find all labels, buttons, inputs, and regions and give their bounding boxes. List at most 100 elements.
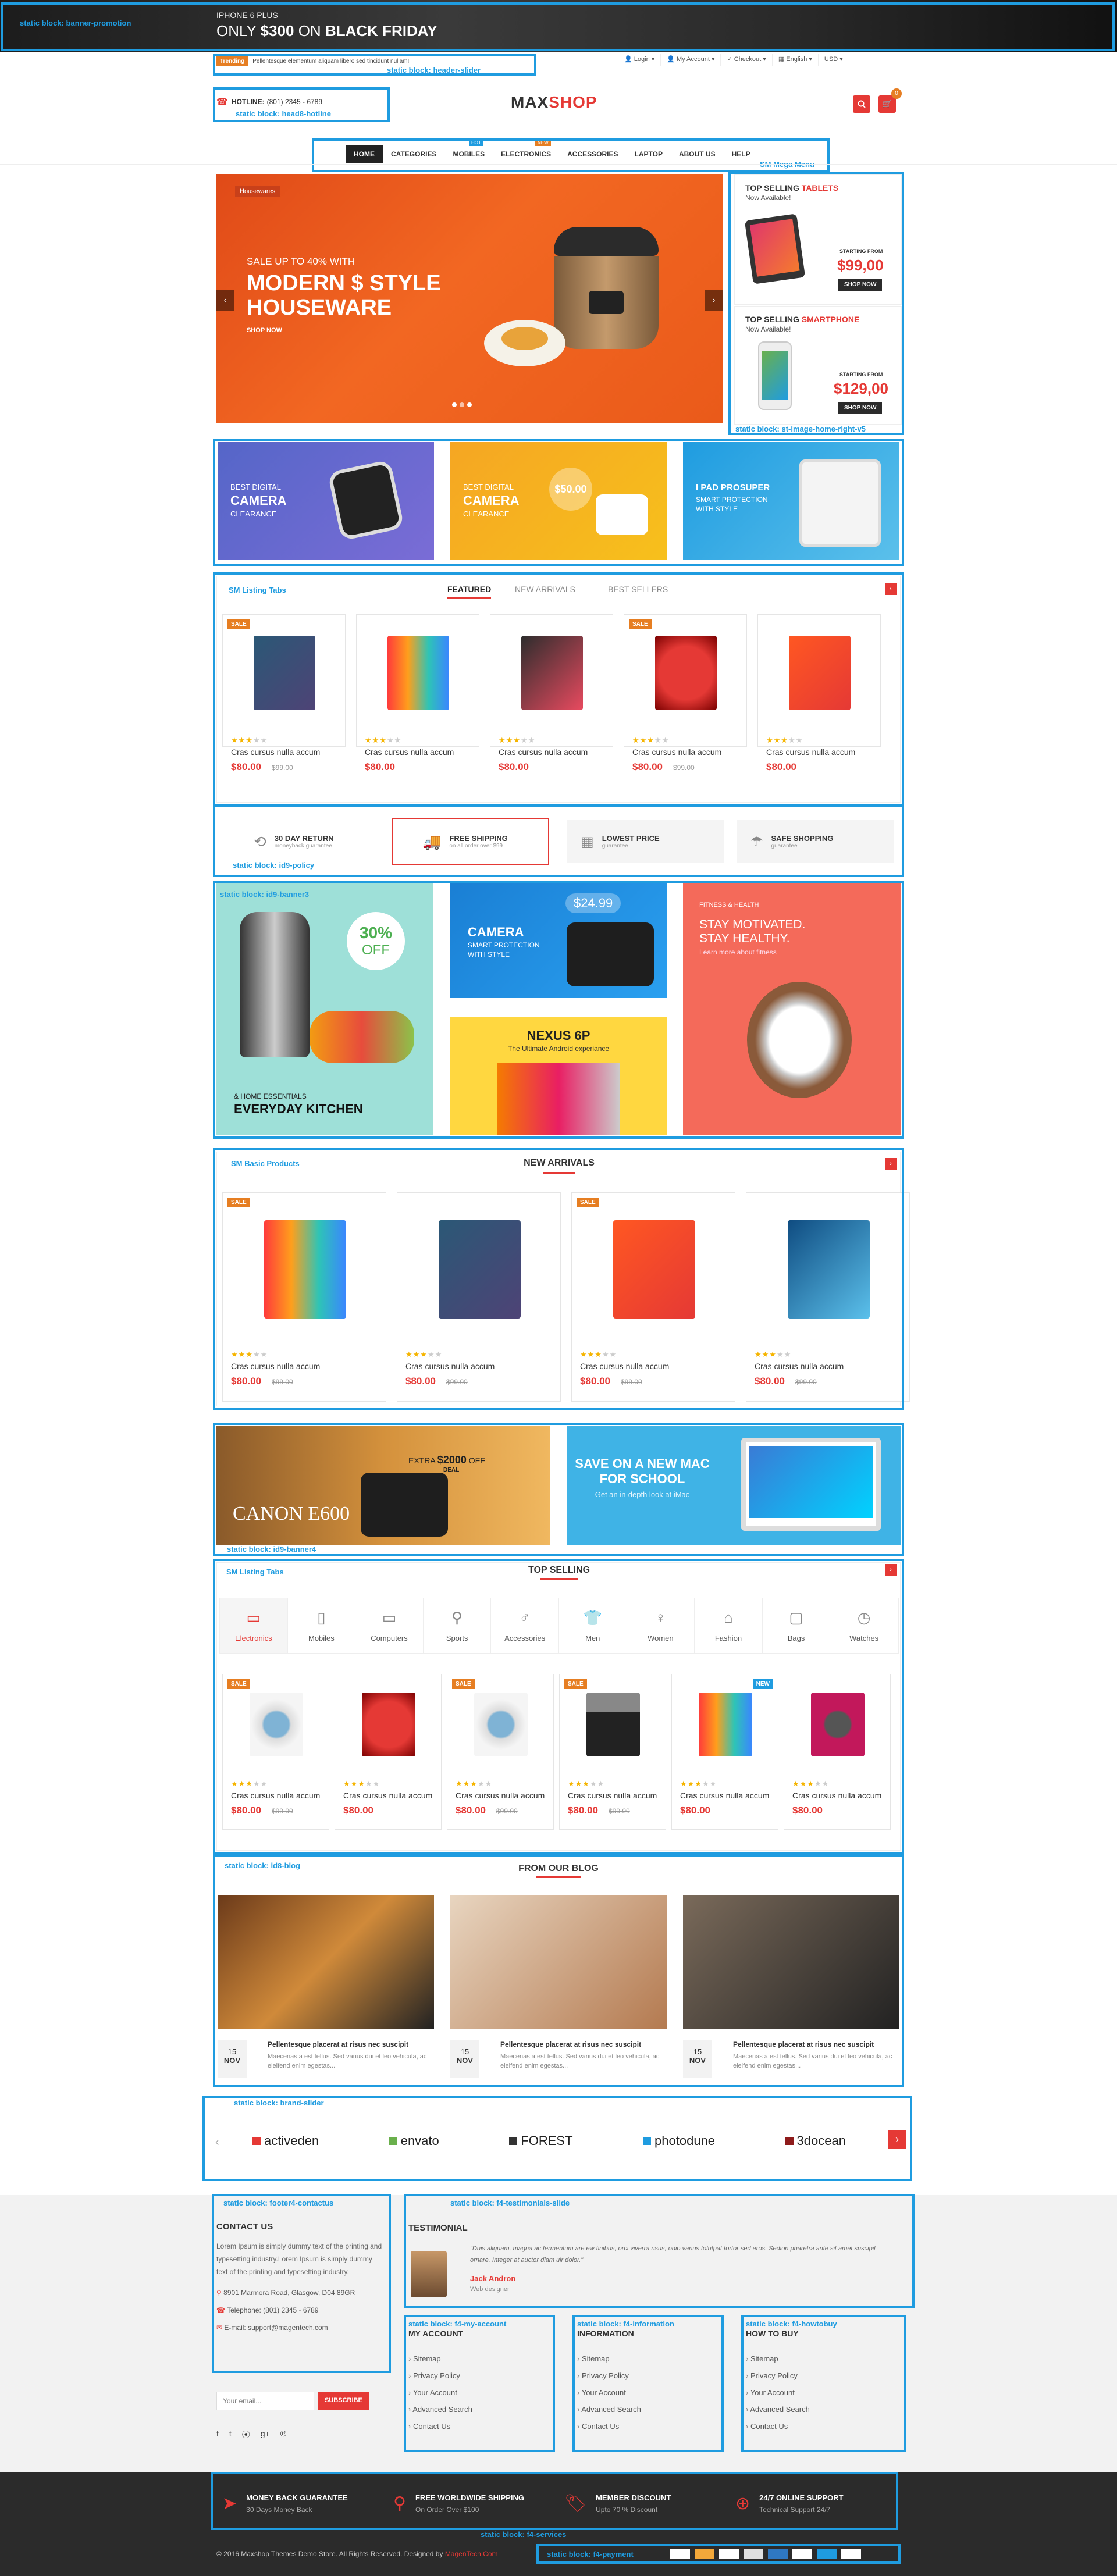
- brand-logo[interactable]: FOREST: [509, 2133, 573, 2149]
- product-name[interactable]: Cras cursus nulla accum: [766, 747, 855, 757]
- product-image[interactable]: [438, 1220, 521, 1319]
- language-select[interactable]: ▦ English ▾: [771, 54, 818, 66]
- footer-link[interactable]: Contact Us: [408, 2422, 548, 2431]
- product-card[interactable]: SALE ★★★★★ Cras cursus nulla accum $80.00 $9…: [222, 1674, 329, 1830]
- menu-help[interactable]: HELP: [724, 145, 759, 163]
- menu-laptop[interactable]: LAPTOP: [627, 145, 671, 163]
- product-image[interactable]: [613, 1220, 695, 1319]
- category-tab-bags[interactable]: ▢ Bags: [763, 1598, 831, 1653]
- category-tab-mobiles[interactable]: ▯ Mobiles: [288, 1598, 356, 1653]
- product-card[interactable]: SALE ★★★★★ Cras cursus nulla accum $80.00 $9…: [447, 1674, 554, 1830]
- product-card[interactable]: SALE ★★★★★ Cras cursus nulla accum $80.00 $9…: [571, 1192, 735, 1402]
- category-tab-sports[interactable]: ⚲ Sports: [424, 1598, 492, 1653]
- footer-link[interactable]: Privacy Policy: [577, 2371, 717, 2380]
- product-image[interactable]: [387, 635, 449, 711]
- facebook-icon[interactable]: f: [216, 2429, 219, 2440]
- footer-link[interactable]: Your Account: [408, 2388, 548, 2397]
- newsletter-email-input[interactable]: [216, 2392, 314, 2410]
- policy-safe[interactable]: ☂ SAFE SHOPPING guarantee: [737, 820, 894, 863]
- product-card[interactable]: SALE ★★★★★ Cras cursus nulla accum $80.00 $9…: [222, 614, 346, 772]
- product-name[interactable]: Cras cursus nulla accum: [499, 747, 588, 757]
- slider-next[interactable]: ›: [705, 290, 723, 311]
- product-image[interactable]: [250, 1692, 303, 1757]
- category-tab-men[interactable]: 👕 Men: [559, 1598, 627, 1653]
- product-card[interactable]: ★★★★★ Cras cursus nulla accum $80.00: [490, 614, 613, 772]
- brand-prev[interactable]: ‹: [215, 2136, 219, 2149]
- footer-link[interactable]: Privacy Policy: [746, 2371, 885, 2380]
- menu-about[interactable]: ABOUT US: [671, 145, 724, 163]
- menu-home[interactable]: HOME: [346, 145, 383, 163]
- main-slider[interactable]: Housewares SALE UP TO 40% WITH MODERN $ …: [216, 174, 723, 423]
- promo-banner-ipad[interactable]: I PAD PROSUPER SMART PROTECTION WITH STY…: [683, 442, 899, 560]
- product-image[interactable]: [655, 635, 717, 711]
- phones-shop-now[interactable]: SHOP NOW: [838, 402, 883, 414]
- brand-logo[interactable]: 3docean: [785, 2133, 846, 2149]
- twitter-icon[interactable]: t: [229, 2429, 232, 2440]
- blog-post-title[interactable]: Pellentesque placerat at risus nec susci…: [500, 2040, 663, 2048]
- product-card[interactable]: ★★★★★ Cras cursus nulla accum $80.00: [356, 614, 479, 772]
- slider-dots[interactable]: [452, 402, 472, 407]
- footer-link[interactable]: Privacy Policy: [408, 2371, 548, 2380]
- product-image[interactable]: [789, 635, 851, 711]
- fitness-banner[interactable]: FITNESS & HEALTH STAY MOTIVATED. STAY HE…: [683, 883, 901, 1135]
- footer-link[interactable]: Your Account: [746, 2388, 885, 2397]
- policy-lowest-price[interactable]: ▦ LOWEST PRICE guarantee: [567, 820, 724, 863]
- promo-banner-camera[interactable]: BEST DIGITAL CAMERA CLEARANCE $50.00: [450, 442, 667, 560]
- logo[interactable]: MAXSHOP: [511, 93, 597, 112]
- product-card[interactable]: NEW ★★★★★ Cras cursus nulla accum $80.00: [671, 1674, 778, 1830]
- brand-next[interactable]: ›: [888, 2130, 906, 2149]
- product-image[interactable]: [811, 1692, 865, 1757]
- menu-mobiles[interactable]: MOBILES: [444, 145, 493, 163]
- canon-banner[interactable]: EXTRA $2000 OFF DEAL CANON E600: [216, 1426, 550, 1545]
- blog-post-title[interactable]: Pellentesque placerat at risus nec susci…: [733, 2040, 896, 2048]
- product-card[interactable]: SALE ★★★★★ Cras cursus nulla accum $80.00 $9…: [624, 614, 747, 772]
- footer-link[interactable]: Sitemap: [408, 2354, 548, 2363]
- camera-banner[interactable]: $24.99 CAMERA SMART PROTECTION WITH STYL…: [450, 883, 667, 998]
- brand-logo[interactable]: photodune: [643, 2133, 715, 2149]
- slider-prev[interactable]: ‹: [216, 290, 234, 311]
- product-name[interactable]: Cras cursus nulla accum: [365, 747, 454, 757]
- product-image[interactable]: [521, 635, 583, 711]
- category-tab-watches[interactable]: ◷ Watches: [830, 1598, 898, 1653]
- tabs1-toggle[interactable]: ›: [885, 583, 897, 595]
- product-image[interactable]: [699, 1692, 752, 1757]
- category-tab-electronics[interactable]: ▭ Electronics: [220, 1598, 288, 1653]
- tablets-shop-now[interactable]: SHOP NOW: [838, 279, 883, 291]
- footer-link[interactable]: Sitemap: [577, 2354, 717, 2363]
- product-card[interactable]: ★★★★★ Cras cursus nulla accum $80.00: [757, 614, 881, 772]
- checkout-link[interactable]: ✓ Checkout ▾: [720, 54, 771, 66]
- product-image[interactable]: [362, 1692, 415, 1757]
- my-account-link[interactable]: 👤 My Account ▾: [660, 54, 720, 66]
- trending-text[interactable]: Pellentesque elementum aliquam libero se…: [252, 58, 409, 65]
- footer-link[interactable]: Advanced Search: [746, 2405, 885, 2414]
- product-name[interactable]: Cras cursus nulla accum: [456, 1791, 545, 1800]
- footer-link[interactable]: Advanced Search: [408, 2405, 548, 2414]
- footer-link[interactable]: Your Account: [577, 2388, 717, 2397]
- product-name[interactable]: Cras cursus nulla accum: [580, 1362, 669, 1371]
- blog-post-title[interactable]: Pellentesque placerat at risus nec susci…: [268, 2040, 431, 2048]
- subscribe-button[interactable]: SUBSCRIBE: [318, 2392, 369, 2410]
- blog-image[interactable]: [450, 1895, 667, 2029]
- product-card[interactable]: ★★★★★ Cras cursus nulla accum $80.00 $99.00: [397, 1192, 561, 1402]
- category-tab-computers[interactable]: ▭ Computers: [355, 1598, 424, 1653]
- promo-banner-watch[interactable]: BEST DIGITAL CAMERA CLEARANCE: [218, 442, 434, 560]
- product-image[interactable]: [474, 1692, 528, 1757]
- product-name[interactable]: Cras cursus nulla accum: [405, 1362, 495, 1371]
- tab-best-sellers[interactable]: BEST SELLERS: [608, 585, 668, 594]
- kitchen-banner[interactable]: 30% OFF & HOME ESSENTIALS EVERYDAY KITCHE…: [216, 883, 433, 1135]
- product-image[interactable]: [264, 1220, 346, 1319]
- product-name[interactable]: Cras cursus nulla accum: [568, 1791, 657, 1800]
- designer-link[interactable]: MagenTech.Com: [445, 2550, 498, 2558]
- pinterest-icon[interactable]: ℗: [280, 2429, 286, 2440]
- product-name[interactable]: Cras cursus nulla accum: [792, 1791, 881, 1800]
- basic-toggle[interactable]: ›: [885, 1158, 897, 1170]
- product-image[interactable]: [787, 1220, 870, 1319]
- product-name[interactable]: Cras cursus nulla accum: [343, 1791, 432, 1800]
- footer-link[interactable]: Contact Us: [746, 2422, 885, 2431]
- category-tab-women[interactable]: ♀ Women: [627, 1598, 695, 1653]
- product-name[interactable]: Cras cursus nulla accum: [231, 1791, 320, 1800]
- tab-new-arrivals[interactable]: NEW ARRIVALS: [515, 585, 575, 594]
- product-card[interactable]: ★★★★★ Cras cursus nulla accum $80.00 $99.00: [746, 1192, 910, 1402]
- tabs2-toggle[interactable]: ›: [885, 1564, 897, 1576]
- product-name[interactable]: Cras cursus nulla accum: [632, 747, 721, 757]
